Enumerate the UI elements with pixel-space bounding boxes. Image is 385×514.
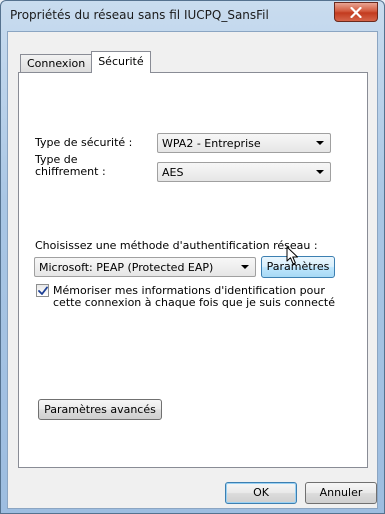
title-bar[interactable]: Propriétés du réseau sans fil IUCPQ_Sans… xyxy=(1,1,384,31)
tab-securite[interactable]: Sécurité xyxy=(91,51,151,73)
remember-credentials-label-line2: cette connexion à chaque fois que je sui… xyxy=(53,296,336,309)
encryption-type-dropdown[interactable]: AES xyxy=(157,162,331,182)
mouse-pointer-icon xyxy=(286,246,298,265)
security-type-label: Type de sécurité : xyxy=(35,136,133,149)
tab-connexion[interactable]: Connexion xyxy=(20,54,93,73)
window-title: Propriétés du réseau sans fil IUCPQ_Sans… xyxy=(10,8,269,22)
chevron-down-icon xyxy=(316,141,324,145)
close-button[interactable] xyxy=(334,2,378,22)
remember-credentials-checkbox[interactable] xyxy=(36,284,49,297)
security-tab-panel: Type de sécurité : WPA2 - Entreprise Typ… xyxy=(18,72,368,468)
security-type-dropdown[interactable]: WPA2 - Entreprise xyxy=(157,133,331,153)
cancel-button[interactable]: Annuler xyxy=(305,482,377,504)
auth-method-label: Choisissez une méthode d'authentificatio… xyxy=(35,239,318,252)
dialog-client-area: Connexion Sécurité Type de sécurité : WP… xyxy=(7,31,378,509)
close-icon xyxy=(350,6,362,18)
ok-button[interactable]: OK xyxy=(225,482,297,504)
security-type-value: WPA2 - Entreprise xyxy=(162,137,261,150)
advanced-settings-button[interactable]: Paramètres avancés xyxy=(38,399,162,420)
tab-strip: Connexion Sécurité xyxy=(20,51,151,73)
checkmark-icon xyxy=(38,286,48,295)
auth-method-dropdown[interactable]: Microsoft: PEAP (Protected EAP) xyxy=(34,257,256,277)
dialog-window: Propriétés du réseau sans fil IUCPQ_Sans… xyxy=(0,0,385,514)
encryption-type-value: AES xyxy=(162,166,184,179)
chevron-down-icon xyxy=(316,170,324,174)
encryption-type-label-line2: chiffrement : xyxy=(35,165,106,178)
chevron-down-icon xyxy=(241,265,249,269)
auth-method-value: Microsoft: PEAP (Protected EAP) xyxy=(39,261,214,274)
